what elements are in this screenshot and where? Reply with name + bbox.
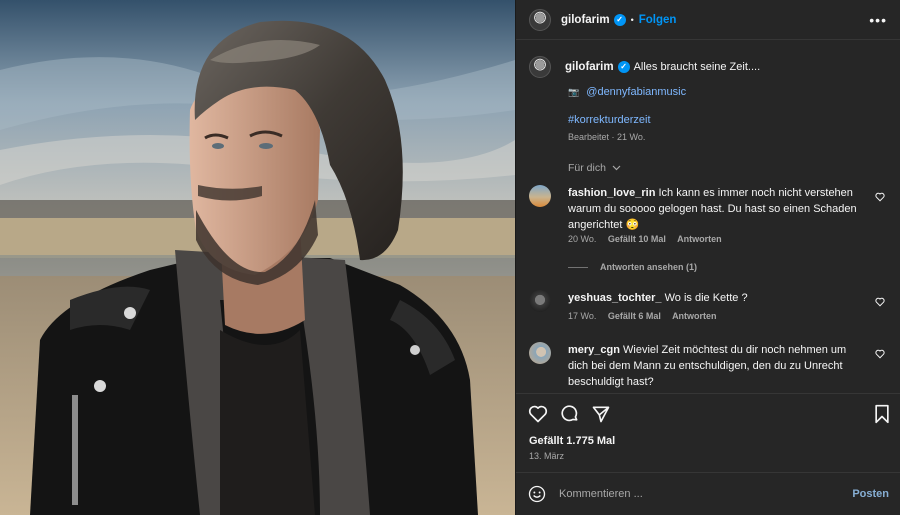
verified-badge-icon: ✓ bbox=[617, 61, 630, 73]
comments-filter-label: Für dich bbox=[568, 162, 606, 174]
caption-username[interactable]: gilofarim bbox=[565, 61, 614, 73]
comment-likes-count[interactable]: Gefällt 10 Mal bbox=[608, 234, 666, 244]
share-paper-plane-icon[interactable] bbox=[591, 404, 611, 424]
emoji-smiley-icon[interactable] bbox=[528, 485, 546, 503]
more-options-icon[interactable]: ••• bbox=[869, 12, 887, 28]
comment-like-heart-icon[interactable] bbox=[875, 349, 885, 359]
author-username[interactable]: gilofarim bbox=[561, 14, 610, 26]
post-comment-button[interactable]: Posten bbox=[852, 488, 889, 500]
caption-mention-link[interactable]: @dennyfabianmusic bbox=[586, 86, 686, 98]
follow-button[interactable]: Folgen bbox=[639, 14, 677, 26]
post-modal: gilofarim ✓ • Folgen ••• gilofarim ✓ All… bbox=[0, 0, 900, 515]
caption-author-avatar[interactable] bbox=[529, 56, 551, 78]
separator-dot: • bbox=[630, 14, 634, 25]
commenter-avatar[interactable] bbox=[529, 185, 551, 207]
comment-meta: 17 Wo. Gefällt 6 Mal Antworten bbox=[568, 311, 726, 321]
post-header: gilofarim ✓ • Folgen ••• bbox=[516, 0, 900, 40]
comment-input[interactable]: Kommentieren ... bbox=[559, 488, 643, 500]
comment-time: 17 Wo. bbox=[568, 311, 597, 321]
comment-username[interactable]: fashion_love_rin bbox=[568, 187, 655, 199]
comment-time: 20 Wo. bbox=[568, 234, 597, 244]
portrait-image bbox=[0, 0, 515, 515]
comment-likes-count[interactable]: Gefällt 6 Mal bbox=[608, 311, 661, 321]
caption-hashtag-link[interactable]: #korrekturderzeit bbox=[568, 114, 651, 126]
comment-reply-button[interactable]: Antworten bbox=[672, 311, 717, 321]
post-date[interactable]: 13. März bbox=[529, 451, 564, 461]
replies-divider bbox=[568, 266, 588, 268]
comment-username[interactable]: mery_cgn bbox=[568, 344, 620, 356]
commenter-avatar[interactable] bbox=[529, 290, 551, 312]
comment-meta: 20 Wo. Gefällt 10 Mal Antworten bbox=[568, 234, 731, 244]
comment-like-heart-icon[interactable] bbox=[875, 192, 885, 202]
commenter-avatar[interactable] bbox=[529, 342, 551, 364]
comment-body: fashion_love_rin Ich kann es immer noch … bbox=[568, 185, 868, 233]
caption-text: Alles braucht seine Zeit.... bbox=[633, 61, 761, 73]
view-replies-button[interactable]: Antworten ansehen (1) bbox=[568, 262, 697, 272]
view-replies-label: Antworten ansehen (1) bbox=[600, 262, 698, 272]
post-actions-bar bbox=[516, 393, 900, 433]
post-side-panel: gilofarim ✓ • Folgen ••• gilofarim ✓ All… bbox=[515, 0, 900, 515]
post-caption: gilofarim ✓ Alles braucht seine Zeit....… bbox=[529, 56, 889, 142]
chevron-down-icon bbox=[612, 165, 621, 171]
comment-item: mery_cgn Wieviel Zeit möchtest du dir no… bbox=[529, 342, 889, 388]
verified-badge-icon: ✓ bbox=[613, 13, 626, 26]
save-bookmark-icon[interactable] bbox=[873, 404, 891, 424]
comments-filter-dropdown[interactable]: Für dich bbox=[568, 162, 621, 174]
comment-username[interactable]: yeshuas_tochter_ bbox=[568, 292, 662, 304]
like-heart-icon[interactable] bbox=[528, 404, 548, 424]
comment-reply-button[interactable]: Antworten bbox=[677, 234, 722, 244]
comment-item: yeshuas_tochter_ Wo is die Kette ? 17 Wo… bbox=[529, 290, 889, 321]
comment-bubble-icon[interactable] bbox=[560, 404, 580, 424]
comment-item: fashion_love_rin Ich kann es immer noch … bbox=[529, 185, 889, 244]
comment-composer: Kommentieren ... Posten bbox=[516, 472, 900, 515]
post-photo bbox=[0, 0, 515, 515]
comment-body: yeshuas_tochter_ Wo is die Kette ? bbox=[568, 290, 868, 306]
caption-meta: Bearbeitet · 21 Wo. bbox=[568, 132, 646, 142]
author-avatar[interactable] bbox=[529, 8, 551, 31]
comment-text: Wo is die Kette ? bbox=[664, 292, 748, 304]
likes-count[interactable]: Gefällt 1.775 Mal bbox=[529, 435, 615, 447]
camera-emoji: 📷 bbox=[568, 87, 580, 97]
comment-like-heart-icon[interactable] bbox=[875, 297, 885, 307]
comment-body: mery_cgn Wieviel Zeit möchtest du dir no… bbox=[568, 342, 868, 390]
